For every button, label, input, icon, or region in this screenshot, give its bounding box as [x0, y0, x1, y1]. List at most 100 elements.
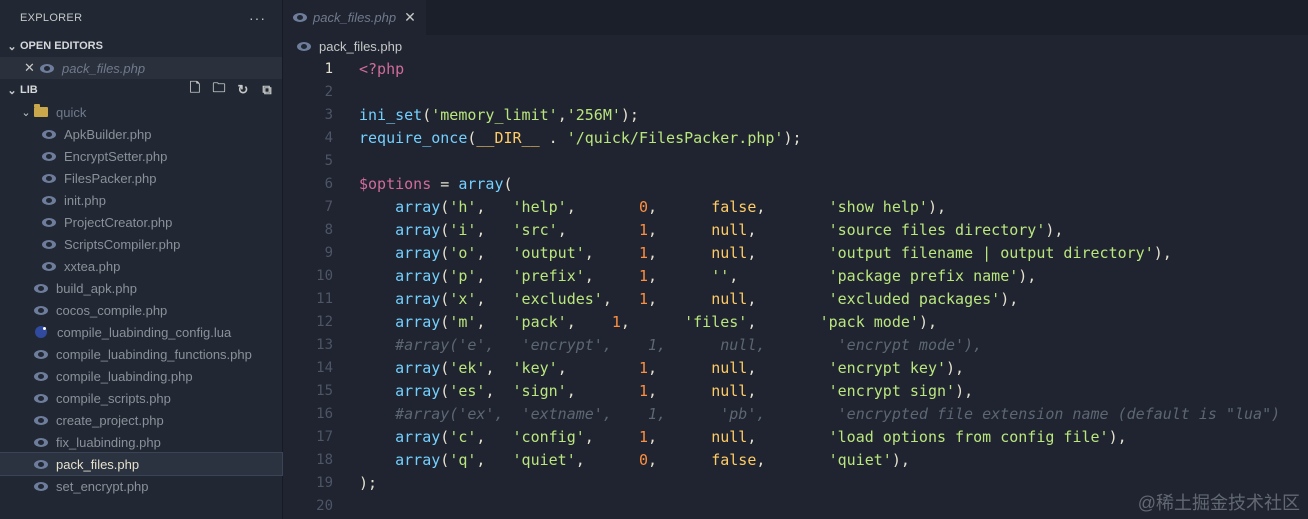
php-file-icon [42, 151, 56, 161]
breadcrumb-label: pack_files.php [319, 38, 403, 54]
file-label: xxtea.php [64, 258, 121, 274]
breadcrumb[interactable]: pack_files.php [283, 35, 1308, 57]
collapse-all-icon[interactable]: ⧉ [258, 81, 276, 99]
code-line[interactable]: 7 array('h', 'help', 0, false, 'show hel… [283, 195, 1308, 218]
file-item[interactable]: ScriptsCompiler.php [0, 233, 282, 255]
code-line[interactable]: 10 array('p', 'prefix', 1, '', 'package … [283, 264, 1308, 287]
code-text: array('p', 'prefix', 1, '', 'package pre… [395, 266, 1037, 285]
editor-area: pack_files.php ✕ pack_files.php 1 <?php 2 3… [283, 0, 1308, 519]
folder-quick[interactable]: ⌄ quick [0, 101, 282, 123]
file-label: compile_scripts.php [56, 390, 171, 406]
line-number: 18 [316, 451, 333, 468]
code-editor[interactable]: 1 <?php 2 3 ini_set('memory_limit','256M'); 4… [283, 57, 1308, 517]
file-label: compile_luabinding_config.lua [57, 324, 232, 340]
file-item[interactable]: xxtea.php [0, 255, 282, 277]
code-line[interactable]: 12 array('m', 'pack', 1, 'files', 'pack … [283, 310, 1308, 333]
code-line[interactable]: 4 require_once(__DIR__ . '/quick/FilesPac… [283, 126, 1308, 149]
file-item[interactable]: FilesPacker.php [0, 167, 282, 189]
php-file-icon [34, 371, 48, 381]
file-label: fix_luabinding.php [56, 434, 161, 450]
php-file-icon [42, 195, 56, 205]
file-item[interactable]: create_project.php [0, 409, 282, 431]
line-number: 4 [324, 129, 333, 146]
code-line[interactable]: 14 array('ek', 'key', 1, null, 'encrypt … [283, 356, 1308, 379]
open-editor-label: pack_files.php [62, 60, 146, 76]
file-item[interactable]: cocos_compile.php [0, 299, 282, 321]
code-line[interactable]: 1 <?php [283, 57, 1308, 80]
file-item[interactable]: ProjectCreator.php [0, 211, 282, 233]
refresh-icon[interactable]: ↻ [234, 81, 252, 99]
section-actions: 🗋 🗀 ↻ ⧉ [186, 80, 282, 99]
code-line[interactable]: 11 array('x', 'excludes', 1, null, 'excl… [283, 287, 1308, 310]
file-item[interactable]: compile_luabinding_config.lua [0, 321, 282, 343]
line-number: 15 [316, 382, 333, 399]
file-label: ApkBuilder.php [64, 126, 152, 142]
more-actions-icon[interactable]: ··· [249, 10, 266, 26]
new-file-icon[interactable]: 🗋 [186, 80, 204, 99]
line-number: 14 [316, 359, 333, 376]
code-text: array('m', 'pack', 1, 'files', 'pack mod… [395, 312, 937, 331]
code-line[interactable]: 5 [283, 149, 1308, 172]
file-item[interactable]: compile_luabinding_functions.php [0, 343, 282, 365]
line-number: 12 [316, 313, 333, 330]
open-editors-section[interactable]: ⌄ OPEN EDITORS [0, 35, 282, 57]
file-item[interactable]: build_apk.php [0, 277, 282, 299]
line-number: 8 [324, 221, 333, 238]
file-item[interactable]: ApkBuilder.php [0, 123, 282, 145]
code-text: array('c', 'config', 1, null, 'load opti… [395, 427, 1127, 446]
php-file-icon [42, 217, 56, 227]
php-file-icon [34, 415, 48, 425]
lua-file-icon [35, 326, 47, 338]
php-file-icon [297, 41, 311, 51]
code-text: require_once(__DIR__ . '/quick/FilesPack… [359, 128, 802, 147]
file-item[interactable]: pack_files.php [0, 452, 283, 476]
folder-label: quick [56, 104, 87, 120]
file-label: build_apk.php [56, 280, 137, 296]
tab-label: pack_files.php [313, 10, 397, 25]
php-file-icon [293, 13, 307, 22]
file-label: create_project.php [56, 412, 164, 428]
code-text: array('h', 'help', 0, false, 'show help'… [395, 197, 947, 216]
line-number: 10 [316, 267, 333, 284]
php-file-icon [34, 393, 48, 403]
code-line[interactable]: 17 array('c', 'config', 1, null, 'load o… [283, 425, 1308, 448]
code-line[interactable]: 9 array('o', 'output', 1, null, 'output … [283, 241, 1308, 264]
code-text: ini_set('memory_limit','256M'); [359, 105, 639, 124]
code-line[interactable]: 3 ini_set('memory_limit','256M'); [283, 103, 1308, 126]
code-text: $options = array( [359, 174, 513, 193]
lib-section[interactable]: ⌄ LIB 🗋 🗀 ↻ ⧉ [0, 79, 282, 101]
file-item[interactable]: init.php [0, 189, 282, 211]
lib-label: LIB [20, 84, 38, 96]
code-text: #array('ex', 'extname', 1, 'pb', 'encryp… [359, 404, 1281, 423]
line-number: 20 [316, 497, 333, 514]
tab-pack-files[interactable]: pack_files.php ✕ [283, 0, 426, 35]
line-number: 7 [324, 198, 333, 215]
code-line[interactable]: 6 $options = array( [283, 172, 1308, 195]
code-text: array('ek', 'key', 1, null, 'encrypt key… [395, 358, 965, 377]
code-text: <?php [359, 59, 405, 78]
code-line[interactable]: 18 array('q', 'quiet', 0, false, 'quiet'… [283, 448, 1308, 471]
code-line[interactable]: 8 array('i', 'src', 1, null, 'source fil… [283, 218, 1308, 241]
close-icon[interactable]: ✕ [24, 60, 40, 76]
file-item[interactable]: EncryptSetter.php [0, 145, 282, 167]
file-label: pack_files.php [56, 456, 140, 472]
open-editor-item[interactable]: ✕ pack_files.php [0, 57, 282, 79]
file-label: compile_luabinding_functions.php [56, 346, 252, 362]
chevron-down-icon: ⌄ [7, 40, 17, 53]
code-line[interactable]: 13 #array('e', 'encrypt', 1, null, 'encr… [283, 333, 1308, 356]
code-text: array('q', 'quiet', 0, false, 'quiet'), [395, 450, 910, 469]
file-item[interactable]: fix_luabinding.php [0, 431, 282, 453]
code-line[interactable]: 16 #array('ex', 'extname', 1, 'pb', 'enc… [283, 402, 1308, 425]
php-file-icon [42, 173, 56, 183]
line-number: 2 [324, 83, 333, 100]
file-item[interactable]: set_encrypt.php [0, 475, 282, 497]
file-label: FilesPacker.php [64, 170, 157, 186]
code-line[interactable]: 2 [283, 80, 1308, 103]
chevron-down-icon: ⌄ [7, 84, 17, 97]
file-item[interactable]: compile_luabinding.php [0, 365, 282, 387]
new-folder-icon[interactable]: 🗀 [210, 80, 228, 99]
close-icon[interactable]: ✕ [404, 9, 416, 26]
code-line[interactable]: 15 array('es', 'sign', 1, null, 'encrypt… [283, 379, 1308, 402]
file-item[interactable]: compile_scripts.php [0, 387, 282, 409]
file-label: set_encrypt.php [56, 478, 149, 494]
